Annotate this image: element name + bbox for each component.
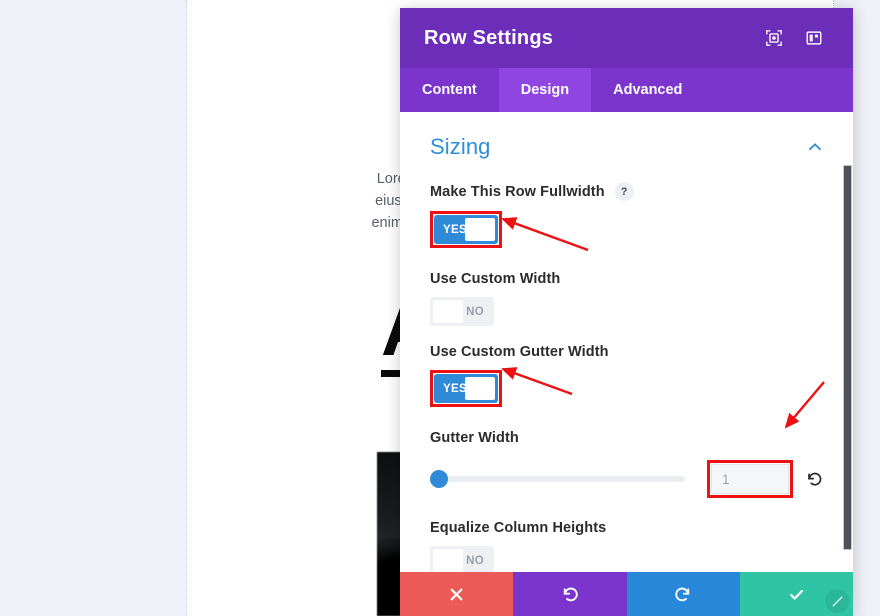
x-icon (450, 588, 463, 600)
field-use-custom-gutter-width: Use Custom Gutter Width YES (430, 344, 823, 412)
field-equalize-column-heights: Equalize Column Heights NO (430, 520, 823, 575)
toggle-knob (433, 549, 463, 572)
field-label-text: Equalize Column Heights (430, 520, 607, 536)
cancel-button[interactable] (400, 572, 514, 616)
toggle-label: NO (466, 554, 484, 567)
field-label-text: Use Custom Gutter Width (430, 344, 609, 360)
slider-handle[interactable] (430, 470, 448, 488)
field-use-custom-width: Use Custom Width NO (430, 271, 823, 326)
field-label-text: Make This Row Fullwidth (430, 183, 605, 200)
chevron-up-icon[interactable] (807, 139, 823, 155)
tab-advanced[interactable]: Advanced (591, 68, 704, 112)
undo-icon (564, 587, 579, 601)
field-label-row: Equalize Column Heights (430, 520, 823, 536)
save-button[interactable] (739, 572, 853, 616)
toggle-use-custom-gutter-width[interactable]: YES (434, 374, 498, 403)
gutter-width-input[interactable] (711, 464, 789, 494)
highlight-box-gutter-value (707, 460, 793, 498)
toggle-knob (433, 300, 463, 323)
check-icon (790, 589, 803, 600)
modal-header-icons (765, 29, 823, 47)
toggle-knob (465, 377, 495, 400)
toggle-make-row-fullwidth[interactable]: YES (434, 215, 498, 244)
field-label-row: Make This Row Fullwidth ? (430, 182, 823, 201)
redo-icon (674, 587, 689, 601)
field-make-row-fullwidth: Make This Row Fullwidth ? YES (430, 182, 823, 253)
toggle-knob (465, 218, 495, 241)
modal-footer (400, 572, 853, 616)
layout-panel-icon[interactable] (805, 29, 823, 47)
focus-icon[interactable] (765, 29, 783, 47)
toggle-label: NO (466, 305, 484, 318)
modal-body: Sizing Make This Row Fullwidth ? YES Use… (400, 112, 853, 580)
diagonal-resize-icon (831, 595, 843, 607)
help-icon[interactable]: ? (614, 182, 634, 201)
sizing-section-title: Sizing (430, 134, 491, 159)
toggle-equalize-column-heights[interactable]: NO (430, 546, 494, 575)
slider-track (430, 476, 685, 482)
row-settings-modal: Row Settings Content Design Advanced Siz… (400, 8, 853, 616)
field-label-row: Gutter Width (430, 430, 823, 446)
modal-header: Row Settings (400, 8, 853, 68)
toggle-use-custom-width[interactable]: NO (430, 297, 494, 326)
tab-design[interactable]: Design (498, 68, 592, 112)
field-label-text: Use Custom Width (430, 271, 561, 287)
sizing-section-header[interactable]: Sizing (430, 134, 823, 160)
gutter-width-slider[interactable] (430, 469, 707, 489)
modal-scrollbar[interactable] (843, 165, 852, 550)
modal-tabs: Content Design Advanced (400, 68, 853, 112)
field-label-row: Use Custom Width (430, 271, 823, 287)
field-label-text: Gutter Width (430, 430, 519, 446)
modal-title: Row Settings (424, 26, 554, 49)
undo-button[interactable] (513, 572, 627, 616)
highlight-box-gutter-toggle: YES (430, 370, 502, 407)
reset-arrow-icon[interactable] (805, 470, 823, 488)
gutter-width-slider-row (430, 460, 823, 498)
screen-root: Lorem ipsum dolor sit amet, consectetur … (0, 0, 880, 616)
tab-content[interactable]: Content (400, 68, 499, 112)
highlight-box-fullwidth: YES (430, 211, 502, 248)
resize-handle[interactable] (825, 589, 849, 613)
field-label-row: Use Custom Gutter Width (430, 344, 823, 360)
redo-button[interactable] (626, 572, 740, 616)
field-gutter-width: Gutter Width (430, 430, 823, 498)
